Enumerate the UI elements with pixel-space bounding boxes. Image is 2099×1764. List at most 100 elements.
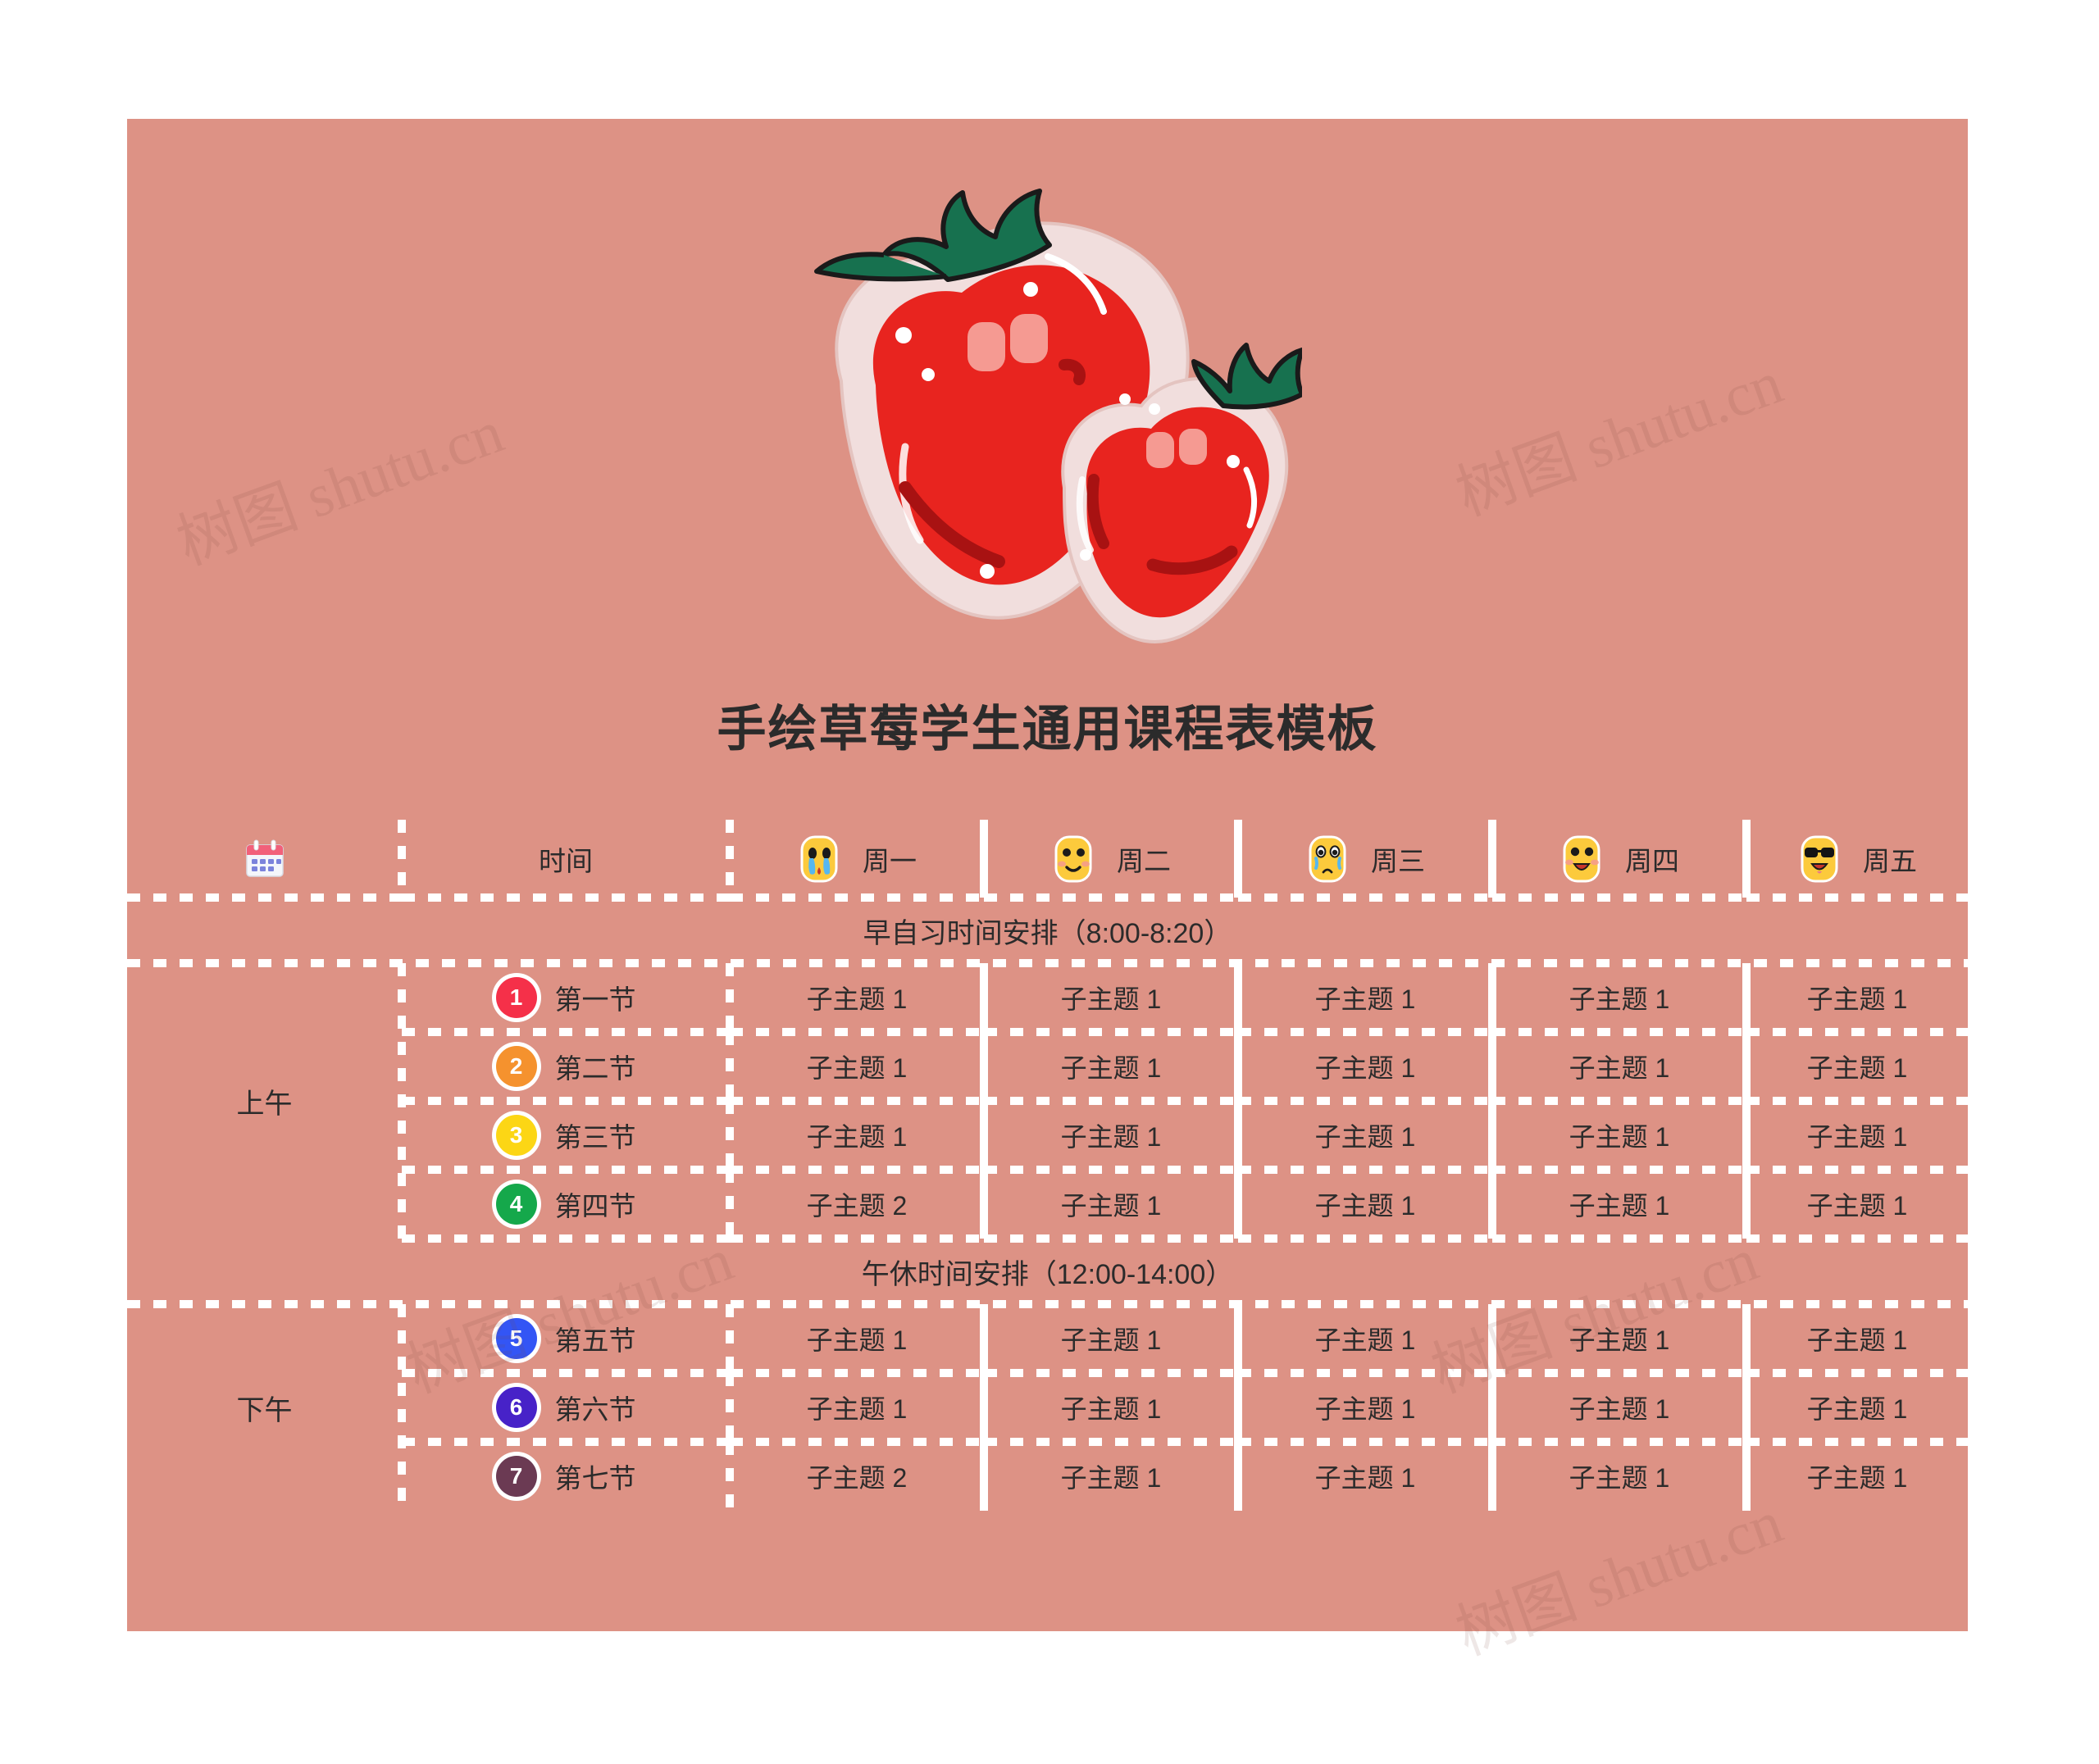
subject-cell: 子主题 1 xyxy=(1238,1101,1496,1174)
subject-label[interactable]: 子主题 1 xyxy=(1061,979,1162,1016)
slot-cell: 1 第一节 xyxy=(402,963,734,1036)
subject-label[interactable]: 子主题 1 xyxy=(1061,1320,1162,1357)
slot-number-badge: 4 xyxy=(495,1184,537,1225)
subject-cell: 子主题 1 xyxy=(1238,1170,1496,1243)
subject-label[interactable]: 子主题 1 xyxy=(1569,1116,1670,1154)
subject-label[interactable]: 子主题 1 xyxy=(807,979,908,1016)
header-day-mon: 周一 xyxy=(730,820,988,902)
sad-face-emoji xyxy=(1305,834,1350,884)
table-row: 上午 1 第一节 子主题 1 子主题 1 子主题 1 子主题 1 子主题 1 xyxy=(127,963,1968,1239)
header-day-label: 周五 xyxy=(1863,845,1917,876)
subject-label[interactable]: 子主题 1 xyxy=(1807,1457,1908,1495)
subject-cell: 子主题 1 xyxy=(1492,963,1751,1036)
subject-cell: 子主题 1 xyxy=(984,1170,1242,1243)
header-day-thu: 周四 xyxy=(1492,820,1751,902)
subject-cell: 子主题 1 xyxy=(1746,1101,1968,1174)
header-day-label: 周四 xyxy=(1625,845,1679,876)
subject-cell: 子主题 1 xyxy=(730,1373,988,1446)
slot-label: 第三节 xyxy=(554,1122,636,1153)
subject-label[interactable]: 子主题 1 xyxy=(1061,1048,1162,1085)
subject-cell: 子主题 1 xyxy=(1238,1032,1496,1105)
subject-label[interactable]: 子主题 1 xyxy=(1061,1185,1162,1223)
subject-cell: 子主题 2 xyxy=(730,1442,988,1511)
subject-label[interactable]: 子主题 1 xyxy=(1315,1320,1416,1357)
noon-break-band-row: 午休时间安排（12:00-14:00） xyxy=(127,1239,1968,1308)
subject-cell: 子主题 1 xyxy=(730,963,988,1036)
slot-cell: 5 第五节 xyxy=(402,1304,734,1377)
slot-number-badge: 2 xyxy=(495,1046,537,1087)
table-header-row: 时间 周一 周二 周三 周四 周五 xyxy=(127,820,1968,902)
subject-label[interactable]: 子主题 1 xyxy=(1807,1320,1908,1357)
subject-label[interactable]: 子主题 1 xyxy=(1061,1116,1162,1154)
header-day-label: 周一 xyxy=(863,845,917,876)
slot-number-badge: 1 xyxy=(495,977,537,1018)
slot-cell: 6 第六节 xyxy=(402,1373,734,1446)
subject-cell: 子主题 1 xyxy=(984,1101,1242,1174)
subject-label[interactable]: 子主题 1 xyxy=(1569,979,1670,1016)
subject-label[interactable]: 子主题 1 xyxy=(807,1048,908,1085)
sunglasses-face-emoji xyxy=(1797,834,1842,884)
subject-label[interactable]: 子主题 1 xyxy=(1807,1048,1908,1085)
header-day-label: 周二 xyxy=(1117,845,1171,876)
subject-label[interactable]: 子主题 1 xyxy=(1569,1320,1670,1357)
subject-cell: 子主题 1 xyxy=(1492,1373,1751,1446)
schedule-poster: 手绘草莓学生通用课程表模板 树图 shutu.cn 树图 shutu.cn 树图… xyxy=(119,111,1976,1668)
subject-label[interactable]: 子主题 1 xyxy=(1569,1048,1670,1085)
subject-cell: 子主题 1 xyxy=(1238,1442,1496,1511)
header-corner-cell xyxy=(127,820,406,902)
subject-label[interactable]: 子主题 1 xyxy=(1315,1389,1416,1426)
subject-label[interactable]: 子主题 2 xyxy=(807,1457,908,1495)
slot-label: 第二节 xyxy=(554,1053,636,1084)
slot-label: 第四节 xyxy=(554,1191,636,1221)
subject-cell: 子主题 1 xyxy=(730,1304,988,1377)
slot-cell: 4 第四节 xyxy=(402,1170,734,1243)
subject-cell: 子主题 1 xyxy=(1492,1101,1751,1174)
subject-label[interactable]: 子主题 1 xyxy=(1061,1389,1162,1426)
subject-cell: 子主题 1 xyxy=(1492,1304,1751,1377)
subject-label[interactable]: 子主题 1 xyxy=(807,1320,908,1357)
header-day-tue: 周二 xyxy=(984,820,1242,902)
subject-cell: 子主题 1 xyxy=(1492,1170,1751,1243)
subject-label[interactable]: 子主题 1 xyxy=(1315,1457,1416,1495)
subject-label[interactable]: 子主题 1 xyxy=(1569,1389,1670,1426)
subject-cell: 子主题 1 xyxy=(1492,1032,1751,1105)
slot-number-badge: 3 xyxy=(495,1115,537,1156)
subject-label[interactable]: 子主题 1 xyxy=(1315,1116,1416,1154)
subject-label[interactable]: 子主题 1 xyxy=(1315,979,1416,1016)
subject-label[interactable]: 子主题 1 xyxy=(1315,1048,1416,1085)
subject-label[interactable]: 子主题 2 xyxy=(807,1185,908,1223)
class-schedule-table: 时间 周一 周二 周三 周四 周五 早自习时间安排（8:00-8:20） 上午 … xyxy=(127,820,1968,1511)
header-day-label: 周三 xyxy=(1371,845,1425,876)
subject-cell: 子主题 1 xyxy=(984,1442,1242,1511)
subject-cell: 子主题 1 xyxy=(984,1032,1242,1105)
subject-label[interactable]: 子主题 1 xyxy=(1807,1389,1908,1426)
subject-label[interactable]: 子主题 1 xyxy=(1569,1457,1670,1495)
subject-label[interactable]: 子主题 1 xyxy=(1807,1185,1908,1223)
noon-break-band: 午休时间安排（12:00-14:00） xyxy=(127,1239,1968,1308)
slot-label: 第七节 xyxy=(554,1463,636,1493)
subject-cell: 子主题 1 xyxy=(984,1373,1242,1446)
subject-cell: 子主题 1 xyxy=(984,1304,1242,1377)
subject-label[interactable]: 子主题 1 xyxy=(807,1116,908,1154)
smiling-face-emoji xyxy=(1051,834,1095,884)
subject-label[interactable]: 子主题 1 xyxy=(1061,1457,1162,1495)
subject-label[interactable]: 子主题 1 xyxy=(1807,979,1908,1016)
subject-label[interactable]: 子主题 1 xyxy=(1807,1116,1908,1154)
subject-label[interactable]: 子主题 1 xyxy=(1315,1185,1416,1223)
subject-cell: 子主题 1 xyxy=(730,1101,988,1174)
calendar-icon xyxy=(243,834,287,884)
slot-number-badge: 5 xyxy=(495,1318,537,1359)
crying-face-emoji xyxy=(797,834,841,884)
header-time-label: 时间 xyxy=(539,845,593,876)
morning-study-band-row: 早自习时间安排（8:00-8:20） xyxy=(127,898,1968,967)
grinning-face-emoji xyxy=(1559,834,1604,884)
subject-cell: 子主题 1 xyxy=(1238,1373,1496,1446)
header-time-cell: 时间 xyxy=(402,820,734,902)
slot-number-badge: 6 xyxy=(495,1387,537,1428)
subject-label[interactable]: 子主题 1 xyxy=(1569,1185,1670,1223)
subject-cell: 子主题 1 xyxy=(1492,1442,1751,1511)
slot-label: 第六节 xyxy=(554,1394,636,1425)
slot-label: 第一节 xyxy=(554,984,636,1015)
subject-cell: 子主题 1 xyxy=(1238,1304,1496,1377)
subject-label[interactable]: 子主题 1 xyxy=(807,1389,908,1426)
